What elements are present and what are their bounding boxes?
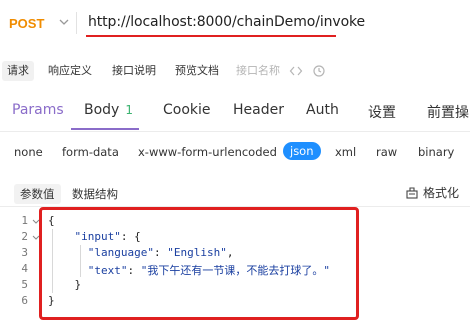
api-name-input[interactable]: 接口名称	[236, 61, 280, 81]
body-type-none[interactable]: none	[14, 145, 43, 159]
line-number: 6	[21, 294, 28, 307]
url-bar: POST http://localhost:8000/chainDemo/inv…	[0, 0, 470, 52]
code-icon[interactable]	[289, 64, 303, 78]
method-select[interactable]: POST	[9, 16, 44, 31]
annotation-highlight-box	[39, 207, 359, 320]
format-icon	[406, 187, 418, 199]
active-tab-indicator	[71, 128, 139, 130]
body-type-raw[interactable]: raw	[376, 145, 397, 159]
line-number: 4	[21, 262, 28, 275]
body-type-selector: none form-data x-www-form-urlencoded jso…	[0, 140, 470, 166]
tab-request[interactable]: 请求	[2, 61, 34, 81]
tab-data-structure[interactable]: 数据结构	[72, 184, 118, 204]
tab-response-definition[interactable]: 响应定义	[48, 61, 92, 81]
request-tabs: Params Body 1 Cookie Header Auth 设置 前置操	[0, 96, 470, 132]
tab-auth[interactable]: Auth	[306, 102, 339, 118]
format-button[interactable]: 格式化	[401, 183, 464, 203]
tab-params[interactable]: Params	[12, 102, 64, 118]
tab-header[interactable]: Header	[233, 102, 284, 118]
annotation-underline	[86, 35, 336, 37]
tool-tabs: 请求 响应定义 接口说明 预览文档 接口名称	[0, 58, 470, 84]
divider	[76, 12, 77, 34]
chevron-down-icon[interactable]	[56, 14, 72, 30]
line-number: 5	[21, 278, 28, 291]
tab-body-label: Body	[84, 102, 120, 118]
tab-cookie[interactable]: Cookie	[163, 102, 211, 118]
line-number: 1	[21, 214, 28, 227]
refresh-icon[interactable]	[312, 64, 326, 78]
tab-settings[interactable]: 设置	[368, 102, 396, 122]
body-type-urlencoded[interactable]: x-www-form-urlencoded	[138, 145, 277, 159]
tab-param-values[interactable]: 参数值	[14, 184, 61, 204]
tab-api-doc[interactable]: 接口说明	[112, 61, 156, 81]
body-type-json[interactable]: json	[283, 142, 321, 160]
body-type-binary[interactable]: binary	[418, 145, 454, 159]
line-number: 3	[21, 246, 28, 259]
tab-pre-operations[interactable]: 前置操	[427, 102, 469, 122]
body-sub-tabs: 参数值 数据结构 格式化	[0, 181, 470, 207]
body-type-xml[interactable]: xml	[335, 145, 356, 159]
format-label: 格式化	[422, 186, 459, 200]
body-count-badge: 1	[125, 103, 133, 117]
url-input[interactable]: http://localhost:8000/chainDemo/invoke	[88, 14, 365, 30]
tab-preview-doc[interactable]: 预览文档	[175, 61, 219, 81]
body-type-form-data[interactable]: form-data	[62, 145, 119, 159]
tab-body[interactable]: Body 1	[84, 102, 133, 118]
line-number: 2	[21, 230, 28, 243]
